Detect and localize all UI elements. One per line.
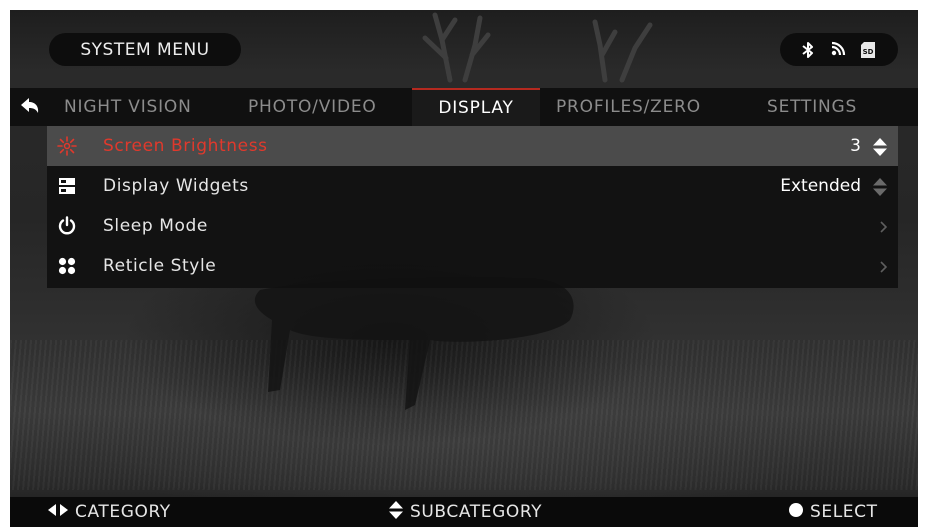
hint-select-label: SELECT — [810, 502, 878, 522]
hint-category-label: CATEGORY — [75, 502, 171, 522]
back-arrow-icon[interactable] — [20, 97, 40, 119]
chevron-right-icon[interactable] — [878, 259, 888, 278]
wifi-icon — [828, 41, 846, 59]
row-reticle-style[interactable]: Reticle Style — [47, 246, 898, 286]
hint-category: CATEGORY — [47, 497, 171, 527]
up-down-arrows-icon — [388, 500, 404, 525]
reticle-icon — [57, 256, 77, 276]
display-widgets-value: Extended — [780, 176, 861, 196]
tab-display[interactable]: DISPLAY — [412, 88, 540, 126]
sd-card-icon: SD — [860, 41, 876, 59]
status-bar: SD — [780, 33, 898, 66]
tab-settings[interactable]: SETTINGS — [767, 88, 857, 126]
up-down-arrows-icon[interactable] — [872, 137, 888, 161]
display-settings-list: Screen Brightness 3 Display Widgets Exte… — [47, 126, 898, 288]
sleep-mode-label: Sleep Mode — [103, 216, 208, 236]
power-icon — [57, 216, 77, 236]
select-dot-icon — [788, 502, 804, 523]
row-screen-brightness[interactable]: Screen Brightness 3 — [47, 126, 898, 166]
category-tabs: NIGHT VISION PHOTO/VIDEO DISPLAY PROFILE… — [10, 88, 918, 126]
row-sleep-mode[interactable]: Sleep Mode — [47, 206, 898, 246]
chevron-right-icon[interactable] — [878, 219, 888, 238]
hint-select: SELECT — [788, 497, 878, 527]
up-down-arrows-icon[interactable] — [872, 177, 888, 201]
widgets-icon — [57, 176, 77, 196]
reticle-style-label: Reticle Style — [103, 256, 217, 276]
hint-subcategory-label: SUBCATEGORY — [410, 502, 543, 522]
screen-brightness-label: Screen Brightness — [103, 136, 268, 156]
hint-subcategory: SUBCATEGORY — [388, 497, 542, 527]
button-hints-bar: CATEGORY SUBCATEGORY SELECT — [10, 497, 918, 527]
left-right-arrows-icon — [47, 502, 69, 522]
sd-card-label: SD — [863, 48, 874, 56]
bluetooth-icon — [802, 41, 814, 58]
viewfinder-screen: SYSTEM MENU SD NIGHT VISION PHOTO/VIDEO … — [10, 10, 918, 527]
brightness-icon — [57, 136, 77, 156]
display-widgets-label: Display Widgets — [103, 176, 249, 196]
row-display-widgets[interactable]: Display Widgets Extended — [47, 166, 898, 206]
tab-photo-video[interactable]: PHOTO/VIDEO — [248, 88, 377, 126]
tab-profiles-zero[interactable]: PROFILES/ZERO — [556, 88, 701, 126]
screen-brightness-value: 3 — [850, 136, 861, 156]
tab-night-vision[interactable]: NIGHT VISION — [64, 88, 192, 126]
system-menu-title: SYSTEM MENU — [49, 33, 241, 66]
